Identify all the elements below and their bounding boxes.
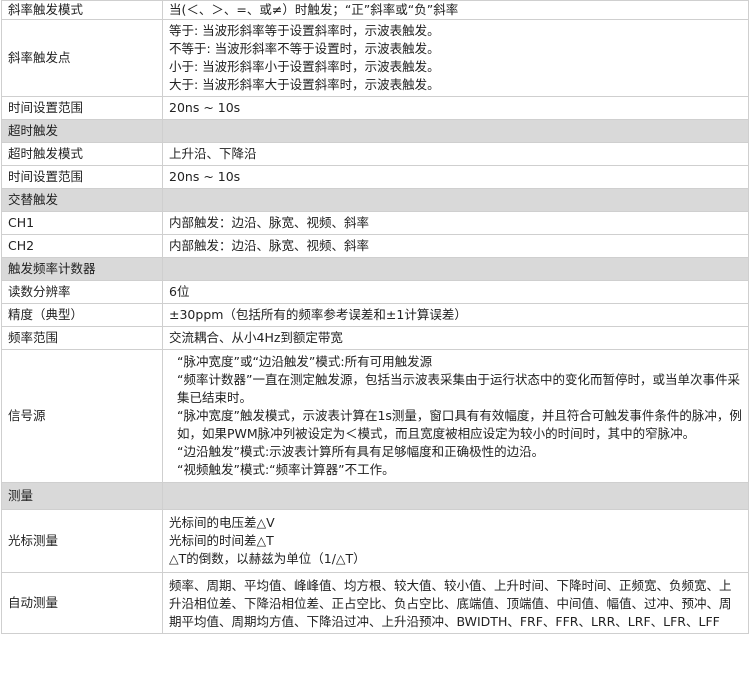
row-value: 等于: 当波形斜率等于设置斜率时，示波表触发。 不等于: 当波形斜率不等于设置时… bbox=[162, 19, 749, 97]
value-line: 小于: 当波形斜率小于设置斜率时，示波表触发。 bbox=[169, 59, 440, 74]
row-value: 当(＜、＞、=、或≠）时触发；“正”斜率或“负”斜率 bbox=[162, 0, 749, 20]
row-value: 内部触发：边沿、脉宽、视频、斜率 bbox=[162, 211, 749, 235]
table-row: 自动测量 频率、周期、平均值、峰峰值、均方根、较大值、较小值、上升时间、下降时间… bbox=[1, 572, 749, 634]
section-title: 触发频率计数器 bbox=[1, 257, 163, 281]
section-title: 测量 bbox=[1, 482, 163, 510]
row-value: “脉冲宽度”或“边沿触发”模式:所有可用触发源 “频率计数器”一直在测定触发源，… bbox=[162, 349, 749, 483]
row-label: CH1 bbox=[1, 211, 163, 235]
row-value: 交流耦合、从小4Hz到额定带宽 bbox=[162, 326, 749, 350]
table-row: 时间设置范围 20ns ~ 10s bbox=[1, 96, 749, 120]
row-value: 20ns ~ 10s bbox=[162, 165, 749, 189]
row-value: 上升沿、下降沿 bbox=[162, 142, 749, 166]
value-line: 等于: 当波形斜率等于设置斜率时，示波表触发。 bbox=[169, 23, 440, 38]
row-label: 频率范围 bbox=[1, 326, 163, 350]
value-paragraph: “边沿触发”模式:示波表计算所有具有足够幅度和正确极性的边沿。 bbox=[177, 444, 545, 459]
value-paragraph: “视频触发”模式:“频率计算器”不工作。 bbox=[177, 462, 395, 477]
value-paragraph: “频率计数器”一直在测定触发源，包括当示波表采集由于运行状态中的变化而暂停时，或… bbox=[177, 372, 740, 405]
row-label: 光标测量 bbox=[1, 509, 163, 573]
value-line: 光标间的时间差△T bbox=[169, 533, 274, 548]
row-label: 斜率触发点 bbox=[1, 19, 163, 97]
table-row: 斜率触发模式 当(＜、＞、=、或≠）时触发；“正”斜率或“负”斜率 bbox=[1, 0, 749, 20]
row-label: 精度（典型） bbox=[1, 303, 163, 327]
section-title: 交替触发 bbox=[1, 188, 163, 212]
row-label: 斜率触发模式 bbox=[1, 0, 163, 20]
row-value: 内部触发：边沿、脉宽、视频、斜率 bbox=[162, 234, 749, 258]
section-header-row: 超时触发 bbox=[1, 119, 749, 143]
table-row: CH2 内部触发：边沿、脉宽、视频、斜率 bbox=[1, 234, 749, 258]
table-row: 信号源 “脉冲宽度”或“边沿触发”模式:所有可用触发源 “频率计数器”一直在测定… bbox=[1, 349, 749, 483]
row-label: 超时触发模式 bbox=[1, 142, 163, 166]
value-paragraph: “脉冲宽度”触发模式，示波表计算在1s测量，窗口具有有效幅度，并且符合可触发事件… bbox=[177, 408, 742, 441]
row-label: 信号源 bbox=[1, 349, 163, 483]
table-row: 光标测量 光标间的电压差△V 光标间的时间差△T △T的倒数，以赫兹为单位（1/… bbox=[1, 509, 749, 573]
section-header-row: 触发频率计数器 bbox=[1, 257, 749, 281]
section-header-row: 交替触发 bbox=[1, 188, 749, 212]
row-value: 20ns ~ 10s bbox=[162, 96, 749, 120]
section-header-row: 测量 bbox=[1, 482, 749, 510]
table-row: 读数分辨率 6位 bbox=[1, 280, 749, 304]
row-label: 时间设置范围 bbox=[1, 96, 163, 120]
table-row: 时间设置范围 20ns ~ 10s bbox=[1, 165, 749, 189]
table-row: 超时触发模式 上升沿、下降沿 bbox=[1, 142, 749, 166]
row-value: 6位 bbox=[162, 280, 749, 304]
spec-table: 斜率触发模式 当(＜、＞、=、或≠）时触发；“正”斜率或“负”斜率 斜率触发点 … bbox=[1, 0, 749, 634]
row-value: ±30ppm（包括所有的频率参考误差和±1计算误差） bbox=[162, 303, 749, 327]
value-line: 大于: 当波形斜率大于设置斜率时，示波表触发。 bbox=[169, 77, 440, 92]
row-label: 自动测量 bbox=[1, 572, 163, 634]
row-value: 光标间的电压差△V 光标间的时间差△T △T的倒数，以赫兹为单位（1/△T） bbox=[162, 509, 749, 573]
row-label: 时间设置范围 bbox=[1, 165, 163, 189]
table-row: 斜率触发点 等于: 当波形斜率等于设置斜率时，示波表触发。 不等于: 当波形斜率… bbox=[1, 19, 749, 97]
value-line: △T的倒数，以赫兹为单位（1/△T） bbox=[169, 551, 366, 566]
table-row: 精度（典型） ±30ppm（包括所有的频率参考误差和±1计算误差） bbox=[1, 303, 749, 327]
value-paragraph: “脉冲宽度”或“边沿触发”模式:所有可用触发源 bbox=[177, 354, 433, 369]
section-title: 超时触发 bbox=[1, 119, 163, 143]
row-value: 频率、周期、平均值、峰峰值、均方根、较大值、较小值、上升时间、下降时间、正频宽、… bbox=[162, 572, 749, 634]
table-row: 频率范围 交流耦合、从小4Hz到额定带宽 bbox=[1, 326, 749, 350]
row-label: CH2 bbox=[1, 234, 163, 258]
table-row: CH1 内部触发：边沿、脉宽、视频、斜率 bbox=[1, 211, 749, 235]
value-line: 不等于: 当波形斜率不等于设置时，示波表触发。 bbox=[169, 41, 440, 56]
value-line: 光标间的电压差△V bbox=[169, 515, 275, 530]
row-label: 读数分辨率 bbox=[1, 280, 163, 304]
